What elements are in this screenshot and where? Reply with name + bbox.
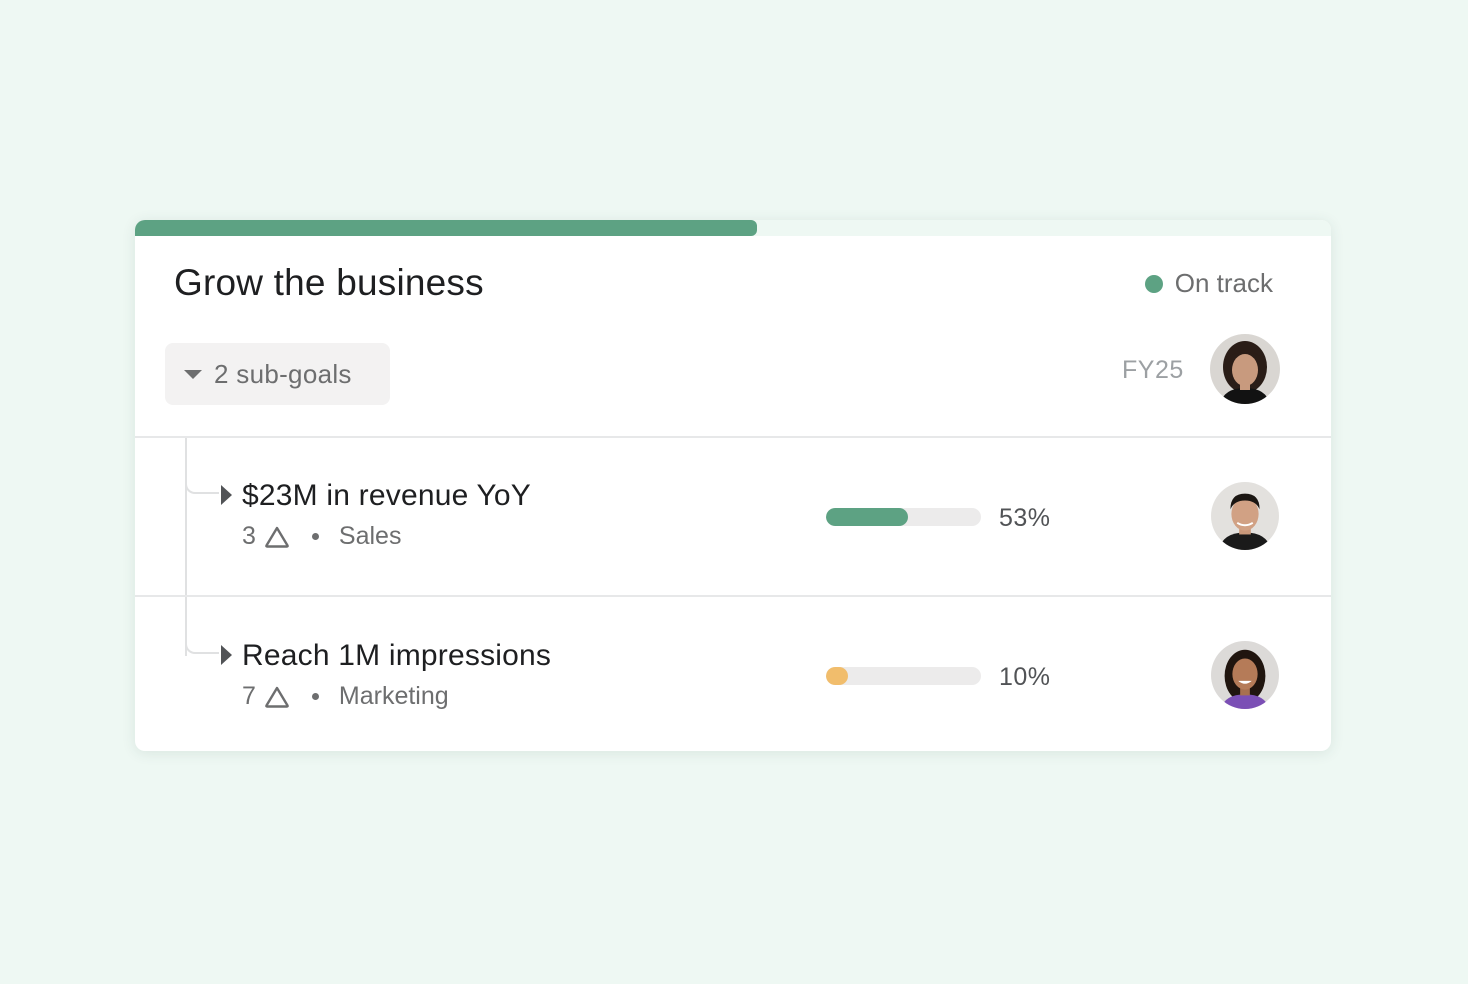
goal-period[interactable]: FY25 — [1122, 356, 1184, 385]
warning-triangle-icon — [265, 686, 289, 708]
subgoal-progress-fill — [826, 508, 909, 526]
subgoal-progress-label: 53% — [999, 504, 1051, 532]
subgoal-count: 3 — [242, 522, 256, 550]
warning-triangle-icon — [265, 526, 289, 548]
meta-separator — [311, 693, 319, 700]
tree-branch-2 — [185, 632, 219, 654]
tree-connector — [185, 438, 187, 656]
subgoal-progress-bar — [826, 508, 981, 526]
goal-status[interactable]: On track — [1144, 268, 1273, 299]
status-label: On track — [1174, 268, 1273, 298]
subgoal-count: 7 — [242, 682, 256, 710]
caret-right-icon[interactable] — [221, 485, 232, 505]
goal-progress-fill — [135, 220, 757, 236]
subgoal-meta: 7 Marketing — [242, 682, 449, 711]
row-divider — [135, 595, 1331, 597]
caret-right-icon[interactable] — [221, 645, 232, 665]
caret-down-icon — [184, 369, 202, 379]
subgoal-team: Marketing — [338, 682, 449, 710]
tree-branch-1 — [185, 472, 219, 494]
subgoals-toggle-button[interactable]: 2 sub-goals — [165, 343, 390, 405]
subgoals-toggle-label: 2 sub-goals — [214, 358, 352, 389]
subgoal-progress-fill — [826, 667, 848, 685]
goal-card[interactable]: Grow the business On track 2 sub-goals F… — [135, 220, 1331, 751]
meta-separator — [311, 533, 319, 540]
header-divider — [135, 436, 1331, 438]
goal-title[interactable]: Grow the business — [174, 262, 484, 304]
subgoal-owner-avatar[interactable] — [1211, 641, 1279, 709]
subgoal-title[interactable]: Reach 1M impressions — [242, 639, 551, 673]
subgoal-owner-avatar[interactable] — [1211, 482, 1279, 550]
status-dot-icon — [1144, 274, 1163, 293]
subgoal-title[interactable]: $23M in revenue YoY — [242, 479, 531, 513]
subgoal-progress-bar — [826, 667, 981, 685]
subgoal-progress-label: 10% — [999, 663, 1051, 691]
subgoal-team: Sales — [338, 522, 402, 550]
goal-owner-avatar[interactable] — [1210, 334, 1280, 404]
goal-progress-bar — [135, 220, 1331, 236]
subgoal-meta: 3 Sales — [242, 522, 401, 551]
